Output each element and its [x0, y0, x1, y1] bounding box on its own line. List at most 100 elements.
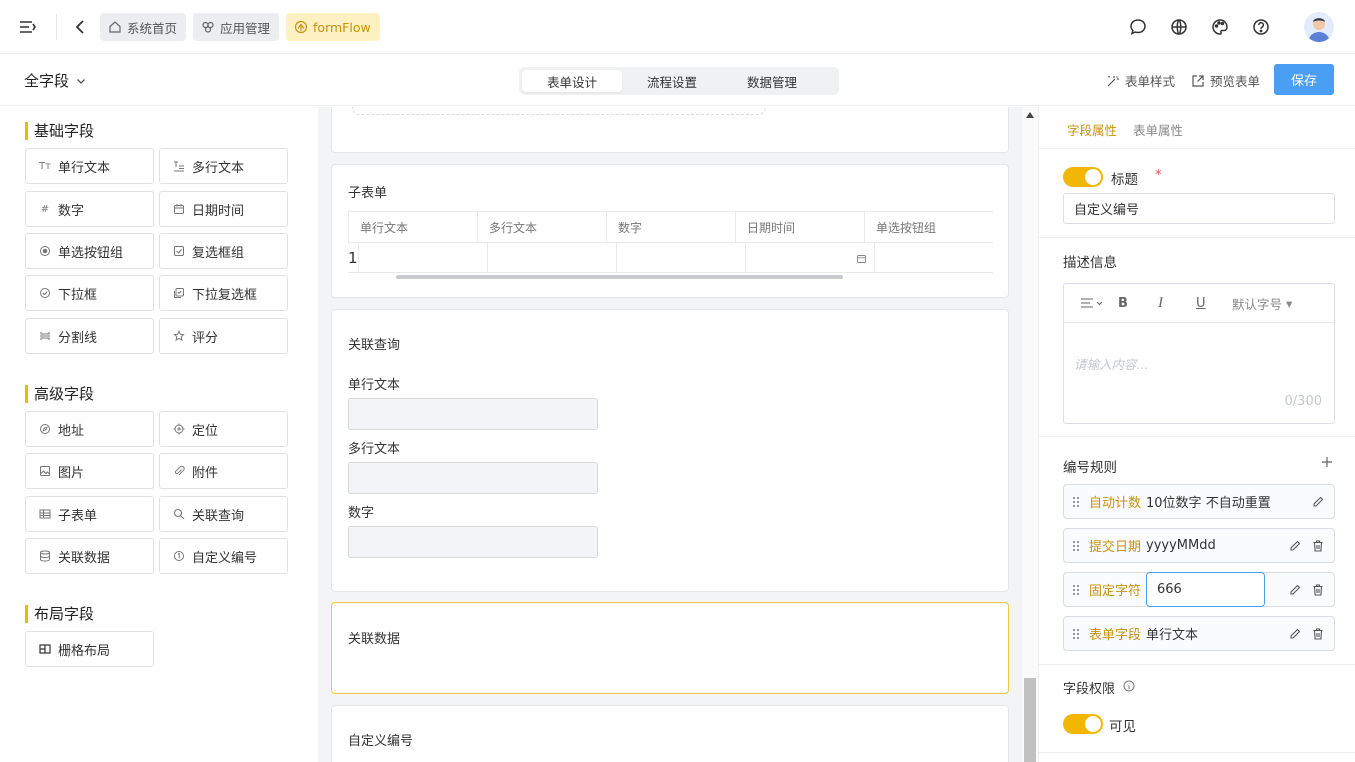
form-canvas: 子表单 单行文本 多行文本 数字 日期时间 单选按钮组 1 关联查询 单行文本 … [318, 107, 1038, 762]
rule-value: 单行文本 [1146, 628, 1199, 643]
subform-cell-datetime[interactable] [744, 242, 874, 273]
subform-card[interactable]: 子表单 单行文本 多行文本 数字 日期时间 单选按钮组 1 [331, 164, 1009, 298]
align-menu-icon[interactable] [1080, 297, 1118, 309]
field-select[interactable]: 下拉框 [25, 275, 154, 311]
layout-fields-title: 布局字段 [25, 605, 94, 623]
field-lookup[interactable]: 关联查询 [159, 496, 288, 532]
field-label: 定位 [192, 423, 219, 439]
field-checkbox-group[interactable]: 复选框组 [159, 233, 288, 269]
title-visibility-toggle[interactable] [1063, 167, 1103, 187]
breadcrumb-formflow[interactable]: formFlow [286, 13, 380, 41]
delete-icon[interactable] [1311, 627, 1325, 641]
edit-icon[interactable] [1311, 495, 1325, 509]
field-single-line-text[interactable]: Tт 单行文本 [25, 148, 154, 184]
field-label: 附件 [192, 465, 219, 481]
flow-icon [294, 20, 308, 34]
advanced-fields-title: 高级字段 [25, 385, 94, 403]
edit-icon[interactable] [1288, 583, 1302, 597]
canvas-scrollbar[interactable] [1022, 107, 1038, 762]
field-custom-number[interactable]: 自定义编号 [159, 538, 288, 574]
field-related-data[interactable]: 关联数据 [25, 538, 154, 574]
add-rule-icon[interactable] [1321, 456, 1333, 468]
field-grid-layout[interactable]: 栅格布局 [25, 631, 154, 667]
divider [56, 14, 57, 40]
delete-icon[interactable] [1311, 539, 1325, 553]
lookup-text-input[interactable] [348, 398, 598, 430]
number-circle-icon [173, 550, 185, 562]
globe-icon[interactable] [1169, 17, 1189, 37]
tab-data-management[interactable]: 数据管理 [722, 70, 822, 92]
custom-number-card[interactable]: 自定义编号 [331, 705, 1009, 762]
menu-toggle-icon[interactable] [18, 18, 36, 36]
underline-icon[interactable]: U [1196, 296, 1232, 311]
image-icon [39, 465, 51, 477]
form-style-button[interactable]: 表单样式 [1106, 71, 1175, 90]
font-size-select[interactable]: 默认字号 ▾ [1232, 294, 1292, 313]
rule-item-form-field[interactable]: 表单字段 单行文本 [1063, 616, 1335, 651]
field-datetime[interactable]: 日期时间 [159, 191, 288, 227]
field-multi-line-text[interactable]: 多行文本 [159, 148, 288, 184]
field-permission-label: 字段权限 [1063, 682, 1116, 697]
edit-icon[interactable] [1288, 627, 1302, 641]
subform-row-index: 1 [348, 242, 358, 273]
field-image[interactable]: 图片 [25, 453, 154, 489]
palette-icon[interactable] [1210, 17, 1230, 37]
field-subform[interactable]: 子表单 [25, 496, 154, 532]
edit-icon[interactable] [1288, 539, 1302, 553]
tab-form-properties[interactable]: 表单属性 [1133, 120, 1183, 139]
breadcrumb-apps[interactable]: 应用管理 [193, 13, 280, 41]
tab-form-design[interactable]: 表单设计 [522, 70, 622, 92]
tab-flow-settings[interactable]: 流程设置 [622, 70, 722, 92]
drag-handle-icon[interactable] [1072, 628, 1080, 640]
lookup-number-input[interactable] [348, 526, 598, 558]
canvas-scroll-thumb[interactable] [1024, 678, 1036, 762]
tab-field-properties[interactable]: 字段属性 [1067, 120, 1117, 139]
delete-icon[interactable] [1311, 583, 1325, 597]
subform-cell-textarea[interactable] [486, 242, 616, 273]
rule-item-submit-date[interactable]: 提交日期 yyyyMMdd [1063, 528, 1335, 563]
related-data-card[interactable]: 关联数据 [331, 602, 1009, 694]
field-address[interactable]: 地址 [25, 411, 154, 447]
field-label: 多行文本 [192, 160, 245, 176]
avatar[interactable] [1304, 12, 1334, 42]
description-editor[interactable]: B I U 默认字号 ▾ 请输入内容... 0/300 [1063, 283, 1335, 424]
field-radio-group[interactable]: 单选按钮组 [25, 233, 154, 269]
field-attachment[interactable]: 附件 [159, 453, 288, 489]
subform-cell-number[interactable] [615, 242, 745, 273]
form-card-partial[interactable] [331, 107, 1009, 153]
scroll-up-arrow[interactable] [1026, 112, 1034, 118]
drag-handle-icon[interactable] [1072, 584, 1080, 596]
drag-handle-icon[interactable] [1072, 540, 1080, 552]
fixed-chars-input[interactable] [1146, 572, 1266, 607]
preview-form-button[interactable]: 预览表单 [1191, 71, 1260, 90]
field-location[interactable]: 定位 [159, 411, 288, 447]
save-button[interactable]: 保存 [1274, 64, 1334, 95]
title-input[interactable] [1063, 193, 1335, 224]
lookup-title: 关联查询 [348, 338, 401, 353]
subform-cell-radio[interactable] [873, 242, 993, 273]
italic-icon[interactable]: I [1158, 295, 1196, 312]
bold-icon[interactable]: B [1118, 296, 1158, 311]
properties-panel: 字段属性 表单属性 标题 * 描述信息 B I U 默认字号 ▾ 请输入内容..… [1038, 107, 1355, 762]
info-icon[interactable] [1123, 680, 1135, 692]
font-size-label: 默认字号 [1232, 296, 1283, 312]
rule-item-auto-count[interactable]: 自动计数 10位数字 不自动重置 [1063, 484, 1335, 519]
field-number[interactable]: # 数字 [25, 191, 154, 227]
form-style-label: 表单样式 [1125, 74, 1176, 89]
drag-handle-icon[interactable] [1072, 496, 1080, 508]
subform-horizontal-scrollbar[interactable] [396, 275, 843, 279]
subform-cell-text[interactable] [357, 242, 487, 273]
breadcrumb-home[interactable]: 系统首页 [100, 13, 187, 41]
lookup-textarea-input[interactable] [348, 462, 598, 494]
field-scope-select[interactable]: 全字段 [24, 70, 87, 91]
back-icon[interactable] [71, 18, 89, 36]
message-icon[interactable] [1128, 17, 1148, 37]
rule-item-fixed-chars[interactable]: 固定字符 [1063, 572, 1335, 607]
lookup-card[interactable]: 关联查询 单行文本 多行文本 数字 [331, 309, 1009, 592]
field-multi-select[interactable]: 下拉复选框 [159, 275, 288, 311]
help-icon[interactable] [1251, 17, 1271, 37]
field-divider[interactable]: 分割线 [25, 318, 154, 354]
field-label: 子表单 [58, 508, 98, 524]
field-rating[interactable]: 评分 [159, 318, 288, 354]
visible-toggle[interactable] [1063, 714, 1103, 734]
